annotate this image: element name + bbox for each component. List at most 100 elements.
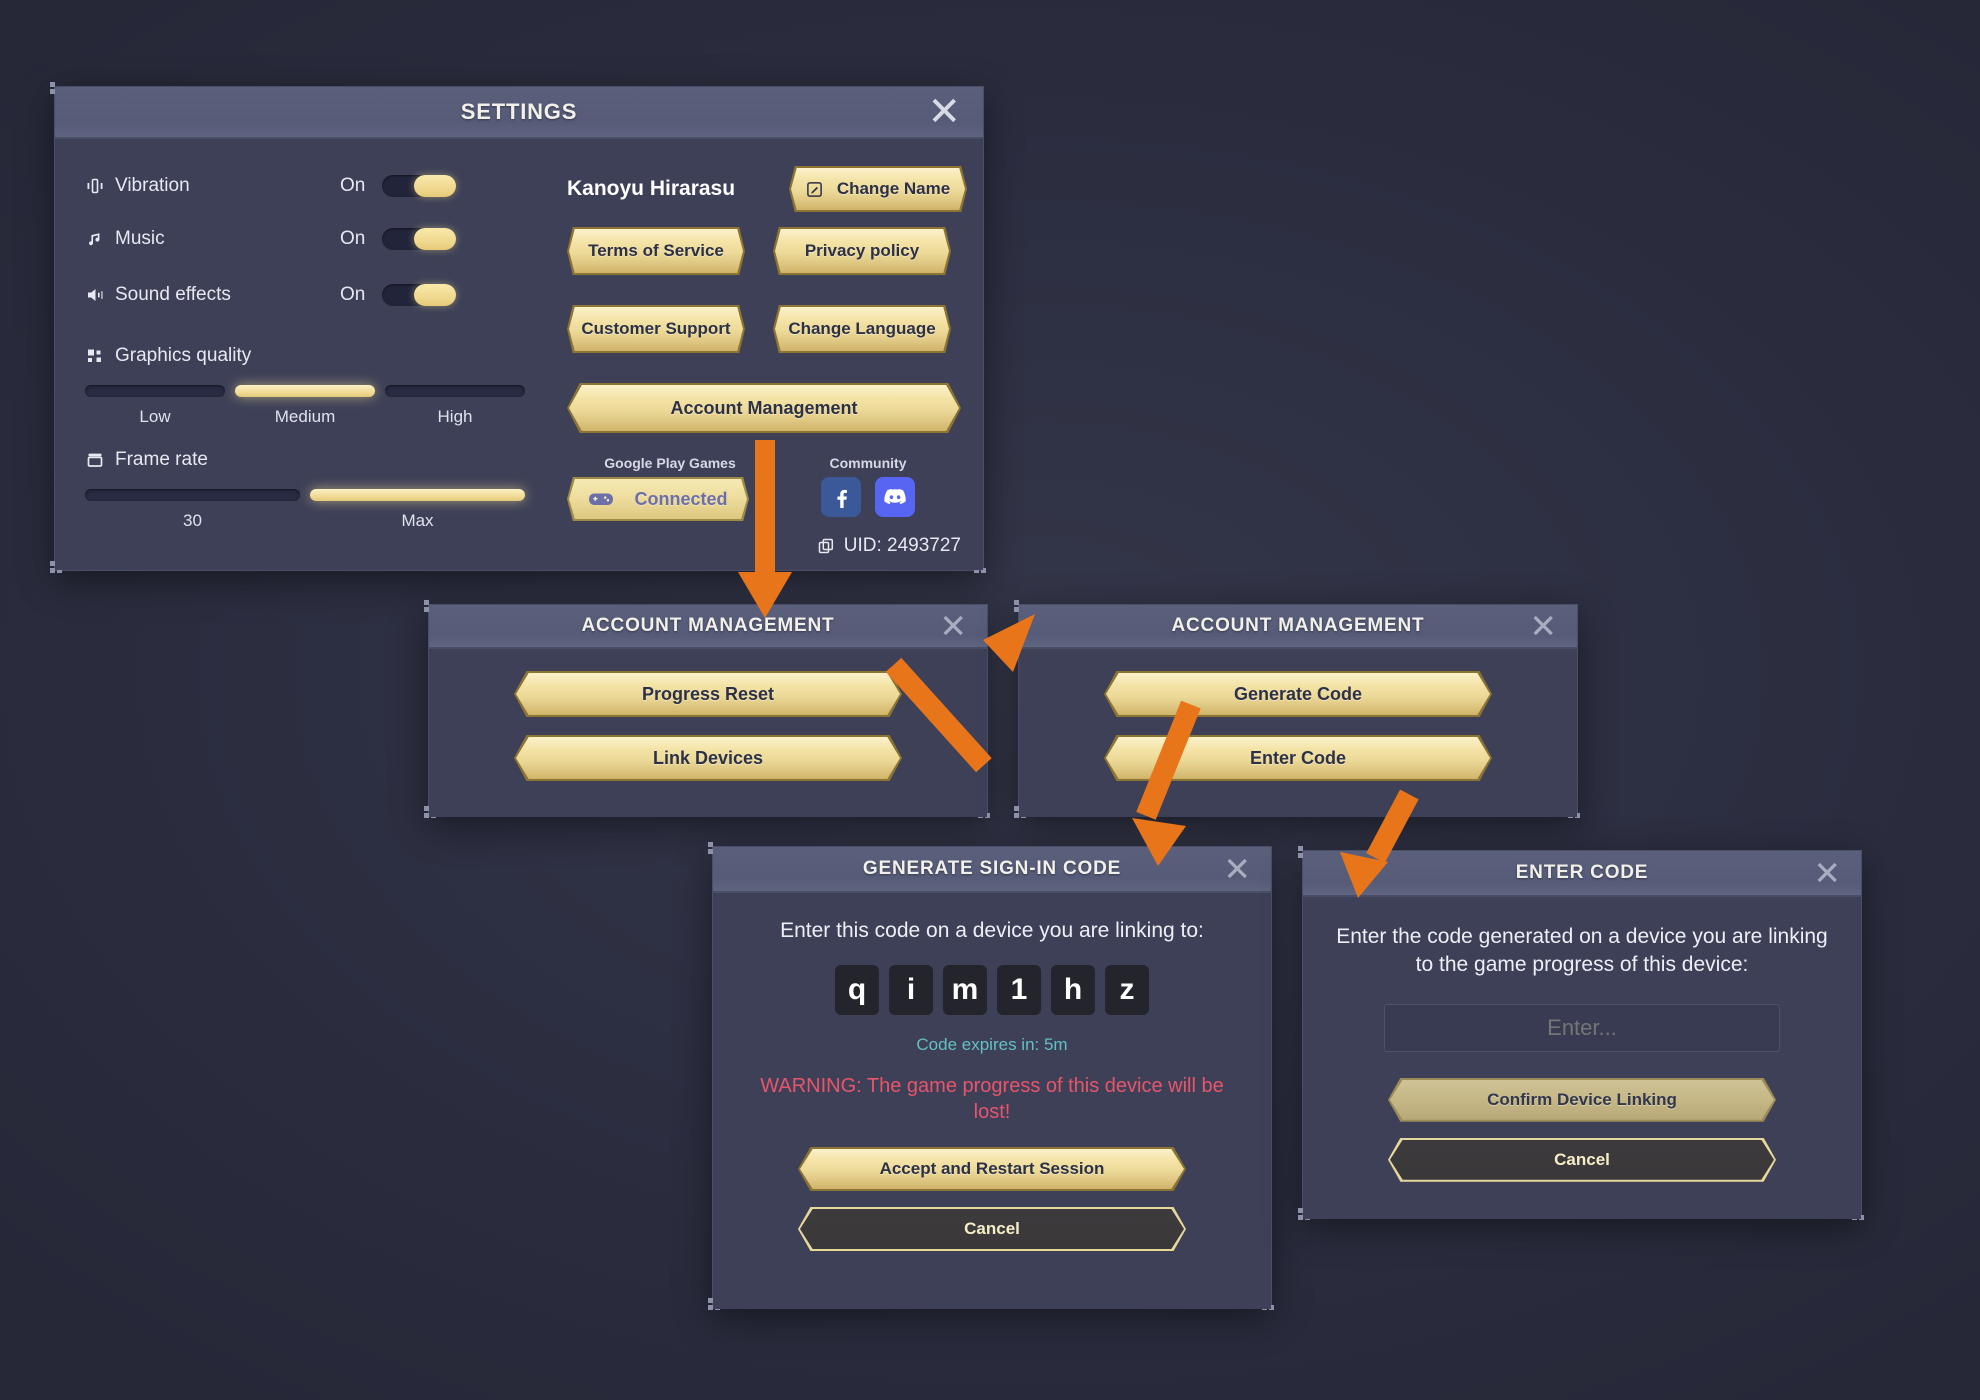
- account-name-row: Kanoyu Hirarasu Change Name: [567, 161, 967, 217]
- terms-of-service-button[interactable]: Terms of Service: [567, 227, 745, 275]
- generate-code-title: GENERATE SIGN-IN CODE: [862, 858, 1122, 879]
- code-char-box: i: [889, 965, 933, 1015]
- sound-effects-toggle[interactable]: [382, 284, 456, 306]
- progress-reset-button[interactable]: Progress Reset: [514, 671, 902, 717]
- frame-rate-slider[interactable]: 30 Max: [85, 489, 525, 531]
- frame-rate-option-max-track[interactable]: [310, 489, 525, 501]
- frame-rate-option-30-label: 30: [183, 511, 202, 530]
- enter-code-dialog: ENTER CODE ✕ Enter the code generated on…: [1298, 846, 1864, 1220]
- close-icon[interactable]: ✕: [939, 610, 967, 643]
- link-devices-button[interactable]: Link Devices: [514, 735, 902, 781]
- enter-code-instruction: Enter the code generated on a device you…: [1336, 925, 1828, 977]
- cancel-label: Cancel: [1554, 1149, 1610, 1169]
- privacy-policy-button[interactable]: Privacy policy: [773, 227, 951, 275]
- accept-and-restart-session-button[interactable]: Accept and Restart Session: [798, 1147, 1186, 1191]
- grid-squares-icon: [85, 346, 105, 366]
- graphics-option-medium-track[interactable]: [235, 385, 375, 397]
- legal-button-row: Terms of Service Privacy policy: [567, 227, 967, 275]
- frame-rate-option-max-label: Max: [401, 511, 434, 530]
- account-management-1-title: ACCOUNT MANAGEMENT: [581, 615, 835, 636]
- setting-row-vibration: Vibration On: [85, 161, 525, 211]
- toggle-knob: [414, 228, 456, 250]
- connections-row: Google Play Games Connected Community: [567, 455, 967, 521]
- accept-and-restart-label: Accept and Restart Session: [879, 1159, 1105, 1178]
- change-name-label: Change Name: [836, 179, 951, 198]
- setting-label-text: Frame rate: [115, 449, 208, 470]
- code-input[interactable]: [1384, 1003, 1780, 1052]
- account-management-2-titlebar: ACCOUNT MANAGEMENT ✕: [1019, 605, 1577, 649]
- code-char-box: m: [943, 965, 987, 1015]
- account-management-2-buttons: Generate Code Enter Code: [1019, 671, 1577, 781]
- change-language-button[interactable]: Change Language: [773, 305, 951, 353]
- customer-support-label: Customer Support: [581, 319, 731, 338]
- screen-root: SETTINGS ✕ Vibration On Music On Sound e…: [0, 0, 1980, 1400]
- close-icon[interactable]: ✕: [1813, 857, 1841, 890]
- google-play-caption: Google Play Games: [604, 455, 736, 471]
- generate-code-label: Generate Code: [1233, 683, 1363, 704]
- enter-code-actions: Confirm Device Linking Cancel: [1333, 1077, 1831, 1182]
- toggle-knob: [414, 175, 456, 197]
- close-icon[interactable]: ✕: [1529, 610, 1557, 643]
- enter-code-body: Enter the code generated on a device you…: [1303, 897, 1861, 1219]
- account-management-1-body: Progress Reset Link Devices: [429, 649, 987, 817]
- setting-label-text: Vibration: [115, 175, 190, 196]
- settings-titlebar: SETTINGS ✕: [55, 87, 983, 139]
- music-state: On: [340, 228, 366, 249]
- cancel-button[interactable]: Cancel: [1388, 1137, 1776, 1182]
- cancel-label: Cancel: [964, 1219, 1020, 1238]
- music-toggle[interactable]: [382, 228, 456, 250]
- setting-label-text: Music: [115, 228, 165, 249]
- facebook-icon[interactable]: [821, 477, 861, 517]
- account-management-button[interactable]: Account Management: [567, 383, 961, 433]
- settings-body: Vibration On Music On Sound effects On G…: [55, 139, 983, 570]
- sound-effects-state: On: [340, 284, 366, 305]
- account-management-2-title: ACCOUNT MANAGEMENT: [1171, 615, 1425, 636]
- uid-row[interactable]: UID: 2493727: [567, 535, 961, 557]
- generate-code-actions: Accept and Restart Session Cancel: [743, 1147, 1241, 1251]
- generate-code-instruction: Enter this code on a device you are link…: [780, 919, 1204, 942]
- graphics-option-low-track[interactable]: [85, 385, 225, 397]
- speaker-icon: [85, 285, 105, 305]
- generate-code-button[interactable]: Generate Code: [1104, 671, 1492, 717]
- settings-dialog: SETTINGS ✕ Vibration On Music On Sound e…: [50, 82, 986, 573]
- setting-label-text: Sound effects: [115, 284, 231, 305]
- account-management-1-buttons: Progress Reset Link Devices: [429, 671, 987, 781]
- graphics-option-low-label: Low: [139, 407, 171, 426]
- enter-code-button[interactable]: Enter Code: [1104, 735, 1492, 781]
- setting-row-music: Music On: [85, 211, 525, 267]
- uid-text: UID: 2493727: [843, 535, 961, 556]
- graphics-option-high-track[interactable]: [385, 385, 525, 397]
- google-play-status: Connected: [634, 488, 728, 509]
- change-name-button[interactable]: Change Name: [789, 166, 967, 212]
- frame-rate-option-30-track[interactable]: [85, 489, 300, 501]
- close-icon[interactable]: ✕: [927, 92, 961, 132]
- enter-code-titlebar: ENTER CODE ✕: [1303, 851, 1861, 897]
- confirm-device-linking-button[interactable]: Confirm Device Linking: [1388, 1077, 1776, 1122]
- account-management-row: Account Management: [567, 383, 967, 433]
- frame-icon: [85, 450, 105, 470]
- google-play-connected-button[interactable]: Connected: [567, 477, 749, 521]
- customer-support-button[interactable]: Customer Support: [567, 305, 745, 353]
- account-management-label: Account Management: [670, 397, 858, 418]
- generate-code-body: Enter this code on a device you are link…: [713, 893, 1271, 1309]
- confirm-device-linking-label: Confirm Device Linking: [1487, 1089, 1677, 1109]
- privacy-policy-label: Privacy policy: [804, 241, 920, 260]
- graphics-quality-section: Graphics quality Low Medium High: [85, 345, 525, 427]
- enter-code-input-wrap: [1333, 1003, 1831, 1052]
- sound-effects-label-group: Sound effects: [85, 284, 340, 306]
- settings-left-column: Vibration On Music On Sound effects On G…: [85, 161, 525, 531]
- account-management-2-body: Generate Code Enter Code: [1019, 649, 1577, 817]
- frame-rate-section: Frame rate 30 Max: [85, 449, 525, 531]
- cancel-button[interactable]: Cancel: [798, 1207, 1186, 1251]
- copy-icon[interactable]: [817, 537, 836, 556]
- vibration-toggle[interactable]: [382, 175, 456, 197]
- toggle-knob: [414, 284, 456, 306]
- community-icons: [773, 477, 963, 517]
- discord-icon[interactable]: [875, 477, 915, 517]
- frame-rate-label-group: Frame rate: [85, 449, 525, 471]
- music-note-icon: [85, 229, 105, 249]
- vibration-state: On: [340, 175, 366, 196]
- close-icon[interactable]: ✕: [1223, 853, 1251, 886]
- graphics-quality-slider[interactable]: Low Medium High: [85, 385, 525, 427]
- community-caption: Community: [829, 455, 907, 471]
